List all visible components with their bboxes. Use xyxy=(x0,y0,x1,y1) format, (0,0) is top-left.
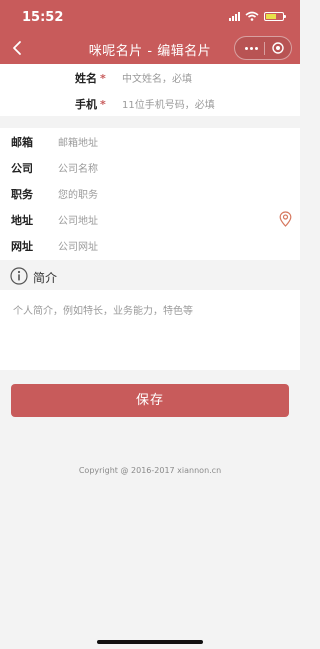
status-icons xyxy=(229,11,286,21)
phone-label-text: 手机 xyxy=(75,98,97,111)
name-label-text: 姓名 xyxy=(75,72,97,85)
address-row: 地址 公司地址 xyxy=(0,206,300,232)
position-row: 职务 您的职务 xyxy=(0,180,300,206)
save-button[interactable]: 保存 xyxy=(11,384,289,417)
address-label: 地址 xyxy=(11,214,33,227)
more-dots-icon[interactable] xyxy=(245,47,258,50)
capsule-divider xyxy=(264,42,265,55)
target-icon[interactable] xyxy=(272,42,284,54)
name-row: 姓名 * 中文姓名，必填 xyxy=(0,64,300,90)
nav-bar: 咪呢名片 - 编辑名片 xyxy=(0,32,300,64)
contact-fields-section: 邮箱 邮箱地址 公司 公司名称 职务 您的职务 地址 公司地址 网址 公司网址 xyxy=(0,128,300,260)
wifi-icon xyxy=(245,11,259,21)
required-mark: * xyxy=(100,98,106,111)
website-label: 网址 xyxy=(11,240,33,253)
position-label: 职务 xyxy=(11,188,33,201)
website-input[interactable]: 公司网址 xyxy=(58,238,98,253)
company-input[interactable]: 公司名称 xyxy=(58,160,98,175)
email-row: 邮箱 邮箱地址 xyxy=(0,128,300,154)
battery-icon xyxy=(264,11,286,21)
website-row: 网址 公司网址 xyxy=(0,232,300,260)
intro-header: 简介 xyxy=(0,262,300,290)
signal-icon xyxy=(229,11,240,21)
intro-textarea[interactable]: 个人简介，例如特长，业务能力，特色等 xyxy=(0,290,300,370)
phone-input[interactable]: 11位手机号码，必填 xyxy=(122,96,215,111)
email-label: 邮箱 xyxy=(11,136,33,149)
address-input[interactable]: 公司地址 xyxy=(58,212,98,227)
phone-label: 手机 * xyxy=(75,96,106,112)
name-label: 姓名 * xyxy=(75,70,106,86)
position-input[interactable]: 您的职务 xyxy=(58,186,98,201)
name-phone-section: 姓名 * 中文姓名，必填 手机 * 11位手机号码，必填 xyxy=(0,64,300,116)
mini-program-capsule xyxy=(234,36,292,60)
info-icon xyxy=(10,267,28,285)
status-time: 15:52 xyxy=(22,10,64,25)
intro-title: 简介 xyxy=(33,271,58,285)
company-row: 公司 公司名称 xyxy=(0,154,300,180)
phone-row: 手机 * 11位手机号码，必填 xyxy=(0,90,300,116)
name-input[interactable]: 中文姓名，必填 xyxy=(122,70,192,85)
copyright-text: Copyright @ 2016-2017 xiannon.cn xyxy=(78,466,222,475)
intro-placeholder: 个人简介，例如特长，业务能力，特色等 xyxy=(13,306,193,317)
email-input[interactable]: 邮箱地址 xyxy=(58,134,98,149)
status-bar: 15:52 xyxy=(0,0,300,32)
company-label: 公司 xyxy=(11,162,33,175)
home-indicator[interactable] xyxy=(97,640,203,644)
required-mark: * xyxy=(100,72,106,85)
location-pin-icon[interactable] xyxy=(279,211,292,227)
